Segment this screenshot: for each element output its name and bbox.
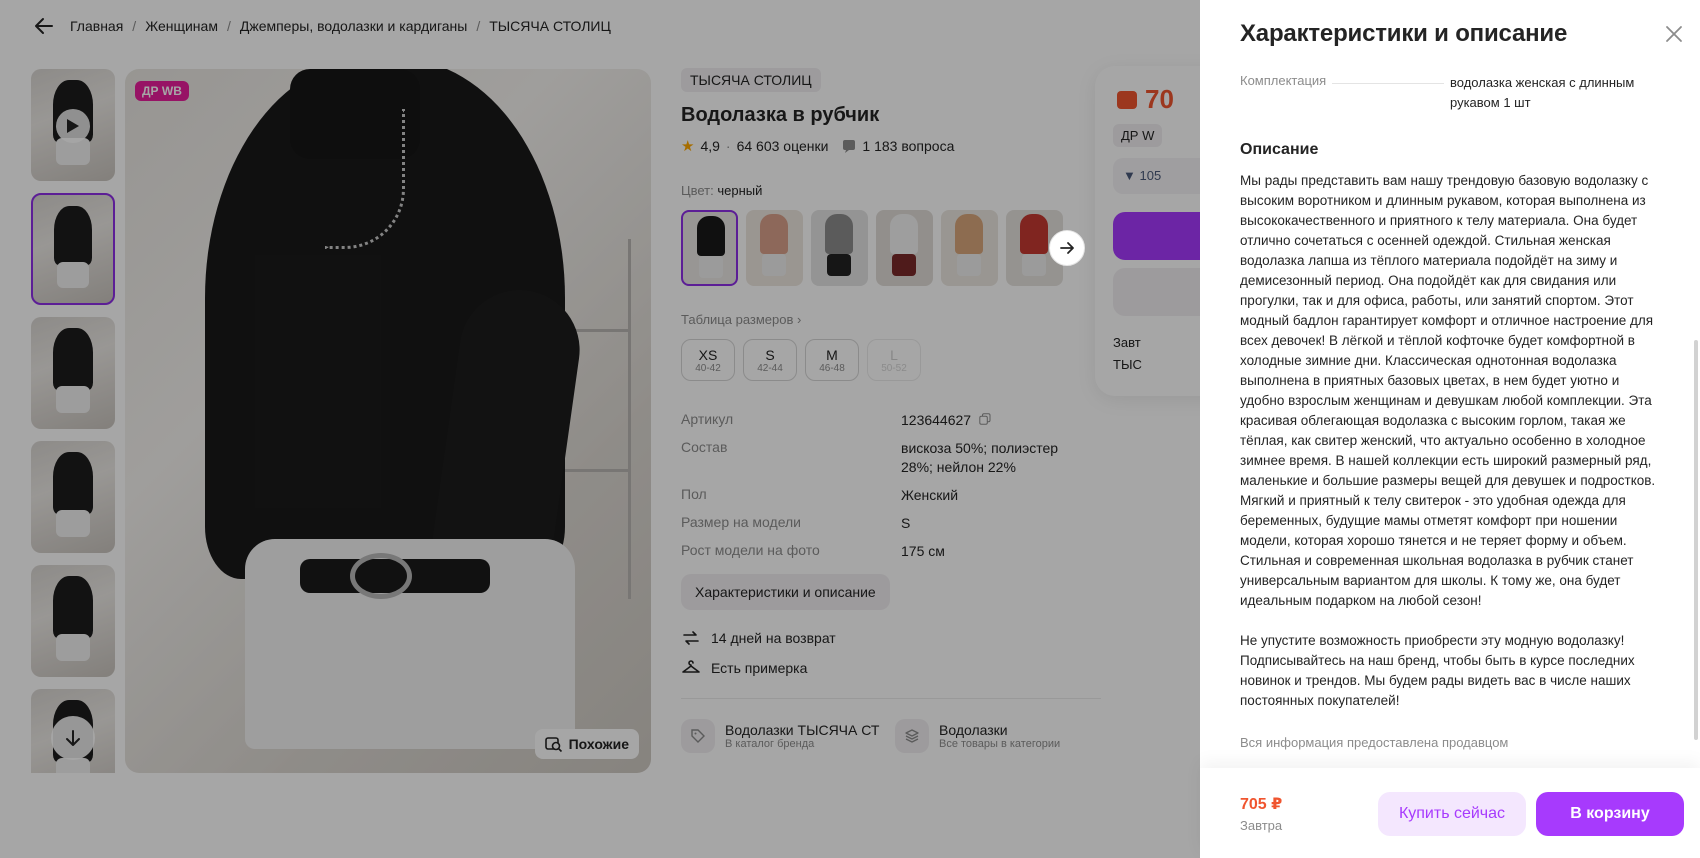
- panel-footer: 705 ₽ Завтра Купить сейчас В корзину: [1200, 768, 1700, 858]
- kit-row: Комплектация водолазка женская с длинным…: [1240, 73, 1660, 113]
- footer-delivery: Завтра: [1240, 818, 1283, 833]
- characteristics-panel: Характеристики и описание Комплектация в…: [1200, 0, 1700, 858]
- arrow-right-icon: [1060, 242, 1074, 254]
- swatches-next-button[interactable]: [1049, 230, 1085, 266]
- close-icon[interactable]: [1662, 22, 1686, 46]
- description-title: Описание: [1240, 141, 1319, 158]
- scrollbar[interactable]: [1694, 340, 1698, 740]
- panel-title: Характеристики и описание: [1240, 20, 1568, 47]
- kit-value: водолазка женская с длинным рукавом 1 шт: [1450, 75, 1635, 110]
- add-to-cart-button[interactable]: В корзину: [1536, 792, 1684, 836]
- buy-now-button[interactable]: Купить сейчас: [1378, 792, 1526, 836]
- panel-content[interactable]: Комплектация водолазка женская с длинным…: [1240, 70, 1660, 760]
- description-text: Мы рады представить вам нашу трендовую б…: [1240, 173, 1656, 708]
- footer-price: 705 ₽: [1240, 796, 1283, 813]
- seller-note: Вся информация предоставлена продавцом: [1240, 735, 1509, 750]
- kit-label: Комплектация: [1240, 73, 1450, 113]
